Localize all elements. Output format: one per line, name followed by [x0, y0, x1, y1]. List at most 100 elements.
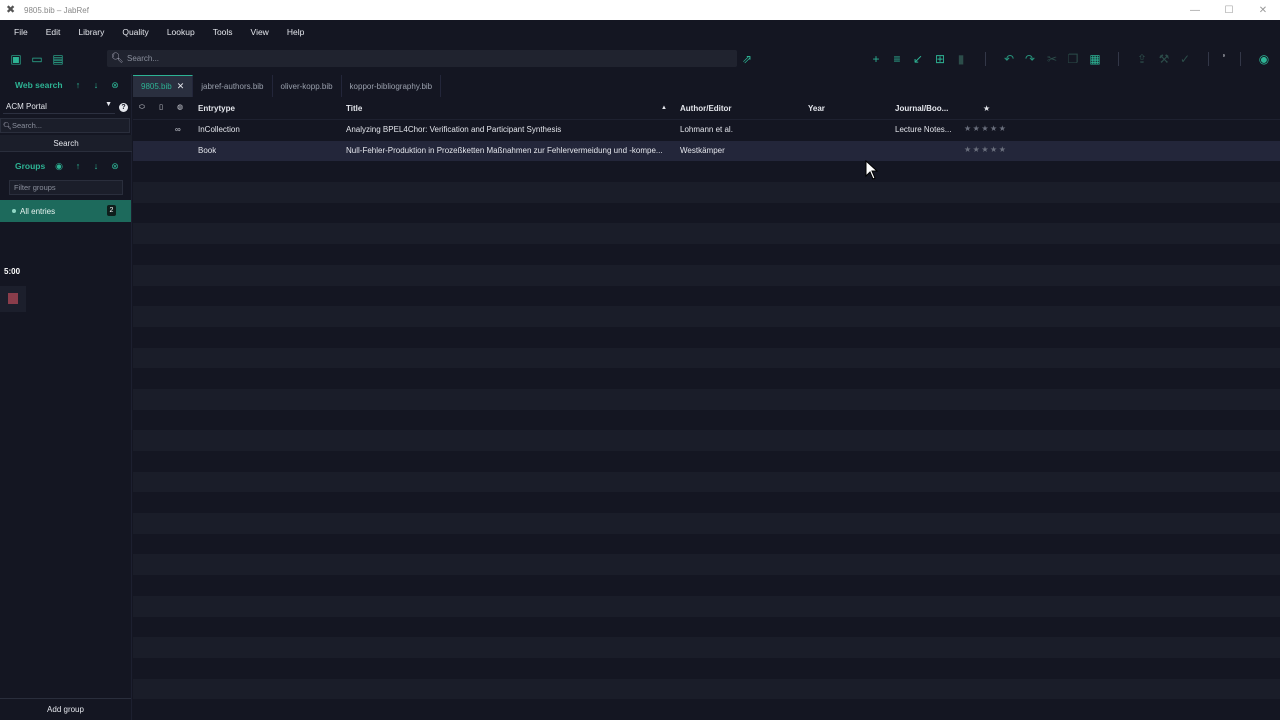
paste-icon[interactable]: ▦ [1088, 52, 1102, 66]
tab-jabref-authors-bib[interactable]: jabref-authors.bib [193, 75, 273, 97]
empty-table-row [133, 368, 1280, 389]
tab-label: jabref-authors.bib [201, 81, 264, 91]
table-body: ∞ InCollection Analyzing BPEL4Chor: Veri… [133, 120, 1280, 720]
move-down-icon[interactable]: ↓ [91, 80, 101, 90]
column-journal[interactable]: Journal/Boo... [895, 104, 948, 113]
global-search-field[interactable]: 🔍︎ [107, 50, 737, 67]
column-title[interactable]: Title [346, 104, 362, 113]
tab-oliver-kopp-bib[interactable]: oliver-kopp.bib [273, 75, 342, 97]
menu-library[interactable]: Library [72, 27, 110, 37]
help-icon[interactable]: ? [119, 103, 128, 112]
column-ranking[interactable]: ★ [983, 104, 990, 113]
jabref-logo-icon: ✖ [6, 4, 16, 16]
empty-table-row [133, 285, 1280, 307]
menu-file[interactable]: File [8, 27, 34, 37]
eye-icon[interactable]: ◉ [54, 161, 64, 171]
filter-groups-field[interactable] [9, 180, 123, 195]
sort-ascending-icon[interactable]: ▲ [661, 105, 667, 111]
close-pane-icon[interactable]: ⊗ [110, 161, 120, 171]
entry-table: ⬭ ▯ ◍ Entrytype Title ▲ Author/Editor Ye… [133, 98, 1280, 720]
column-author[interactable]: Author/Editor [680, 104, 732, 113]
table-header: ⬭ ▯ ◍ Entrytype Title ▲ Author/Editor Ye… [133, 98, 1280, 120]
menu-view[interactable]: View [245, 27, 275, 37]
tab-label: oliver-kopp.bib [280, 81, 333, 91]
push-to-application-icon[interactable]: ⇪ [1135, 52, 1149, 66]
menu-lookup[interactable]: Lookup [161, 27, 201, 37]
open-library-icon[interactable]: ▭ [30, 52, 44, 66]
empty-table-row [133, 533, 1280, 555]
cell-author: Lohmann et al. [680, 125, 733, 134]
new-entry-icon[interactable]: + [869, 52, 883, 66]
empty-table-row [133, 616, 1280, 638]
filter-groups-input[interactable] [14, 183, 118, 192]
empty-table-row [133, 326, 1280, 348]
group-color-column-icon[interactable]: ⬭ [138, 104, 146, 112]
add-entry-by-id-icon[interactable]: ⊞ [933, 52, 947, 66]
close-tab-icon[interactable]: ✕ [177, 81, 185, 92]
web-search-field[interactable]: 🔍︎ [0, 118, 130, 133]
ranking-stars[interactable]: ★★★★★ [964, 145, 1007, 154]
maximize-icon[interactable]: ☐ [1212, 0, 1246, 20]
move-down-icon[interactable]: ↓ [91, 161, 101, 171]
undo-icon[interactable]: ↶ [1002, 52, 1016, 66]
tab-9805-bib[interactable]: 9805.bib ✕ [133, 75, 194, 97]
empty-table-row [133, 244, 1280, 265]
stop-icon [8, 293, 18, 304]
group-count-badge: 2 [107, 205, 116, 216]
github-icon[interactable]: ◉ [1257, 52, 1271, 66]
empty-table-row [133, 595, 1280, 617]
file-column-icon[interactable]: ▯ [157, 104, 165, 112]
toolbar-separator [1118, 52, 1119, 66]
empty-table-row [133, 306, 1280, 327]
cut-icon[interactable]: ✂ [1045, 52, 1059, 66]
close-window-icon[interactable]: ✕ [1246, 0, 1280, 20]
empty-table-row [133, 699, 1280, 720]
toolbar-separator [1240, 52, 1241, 66]
cleanup-icon[interactable]: ⚒ [1157, 52, 1171, 66]
add-group-button[interactable]: Add group [0, 698, 131, 719]
save-library-icon[interactable]: ▤ [51, 52, 65, 66]
move-up-icon[interactable]: ↑ [73, 161, 83, 171]
minimize-icon[interactable]: — [1178, 0, 1212, 20]
import-entry-icon[interactable]: ↙ [911, 52, 925, 66]
web-search-button[interactable]: Search [0, 135, 132, 152]
fetcher-select[interactable]: ACM Portal ▼ [3, 100, 115, 114]
cell-journal: Lecture Notes... [895, 125, 952, 134]
menu-quality[interactable]: Quality [116, 27, 154, 37]
cell-title: Analyzing BPEL4Chor: Verification and Pa… [346, 125, 562, 134]
group-all-entries[interactable]: All entries 2 [0, 200, 131, 222]
toolbar-separator [985, 52, 986, 66]
close-pane-icon[interactable]: ⊗ [110, 80, 120, 90]
group-dot-icon [12, 209, 16, 213]
link-icon[interactable]: ∞ [175, 125, 181, 134]
mark-entries-icon[interactable]: ✓ [1178, 52, 1192, 66]
empty-table-row [133, 513, 1280, 534]
ranking-stars[interactable]: ★★★★★ [964, 124, 1007, 133]
table-row[interactable]: ∞ InCollection Analyzing BPEL4Chor: Veri… [133, 120, 1280, 141]
move-up-icon[interactable]: ↑ [73, 80, 83, 90]
global-search-icon[interactable]: ⇗ [740, 52, 754, 66]
empty-table-row [133, 492, 1280, 514]
column-entrytype[interactable]: Entrytype [198, 104, 235, 113]
new-entry-from-plain-text-icon[interactable]: ≡ [890, 52, 904, 66]
tab-label: koppor-bibliography.bib [349, 81, 433, 91]
stop-recording-button[interactable] [0, 286, 26, 312]
new-library-icon[interactable]: ▣ [9, 52, 23, 66]
web-search-label: Web search [15, 80, 63, 90]
column-year[interactable]: Year [808, 104, 825, 113]
web-search-input[interactable] [12, 121, 122, 130]
menu-help[interactable]: Help [281, 27, 310, 37]
table-row[interactable]: Book Null-Fehler-Produktion in Prozeßket… [133, 140, 1280, 162]
delete-entry-icon[interactable]: ▮ [954, 52, 968, 66]
redo-icon[interactable]: ↷ [1023, 52, 1037, 66]
empty-table-row [133, 575, 1280, 596]
menu-edit[interactable]: Edit [40, 27, 67, 37]
empty-table-row [133, 264, 1280, 286]
copy-icon[interactable]: ❐ [1066, 52, 1080, 66]
menu-tools[interactable]: Tools [207, 27, 239, 37]
url-column-icon[interactable]: ◍ [176, 104, 184, 112]
search-input[interactable] [127, 54, 707, 63]
web-search-header: Web search ↑ ↓ ⊗ [0, 74, 132, 96]
empty-table-row [133, 182, 1280, 203]
tab-koppor-bibliography-bib[interactable]: koppor-bibliography.bib [342, 75, 442, 97]
